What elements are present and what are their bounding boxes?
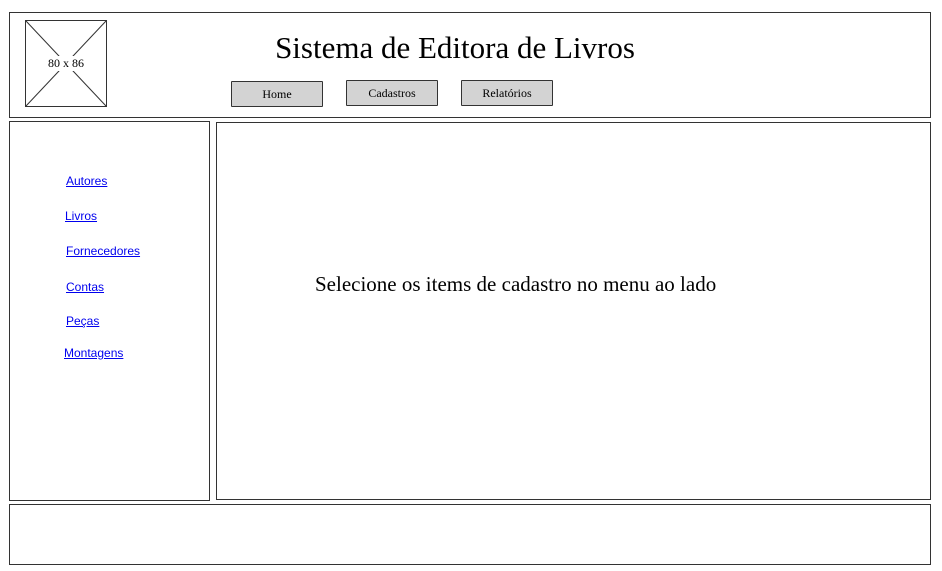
sidebar-link-fornecedores[interactable]: Fornecedores (66, 244, 140, 258)
sidebar-link-pecas[interactable]: Peças (66, 314, 99, 328)
content-panel (216, 122, 931, 500)
sidebar-panel (9, 121, 210, 501)
main-instruction-text: Selecione os items de cadastro no menu a… (315, 272, 717, 296)
sidebar-link-contas[interactable]: Contas (66, 280, 104, 294)
nav-relatorios-button[interactable]: Relatórios (461, 80, 553, 106)
nav-home-button[interactable]: Home (231, 81, 323, 107)
sidebar-link-montagens[interactable]: Montagens (64, 346, 123, 360)
sidebar-link-livros[interactable]: Livros (65, 209, 97, 223)
nav-cadastros-button[interactable]: Cadastros (346, 80, 438, 106)
sidebar-link-autores[interactable]: Autores (66, 174, 107, 188)
footer-panel (9, 504, 931, 565)
page-title: Sistema de Editora de Livros (275, 30, 635, 65)
